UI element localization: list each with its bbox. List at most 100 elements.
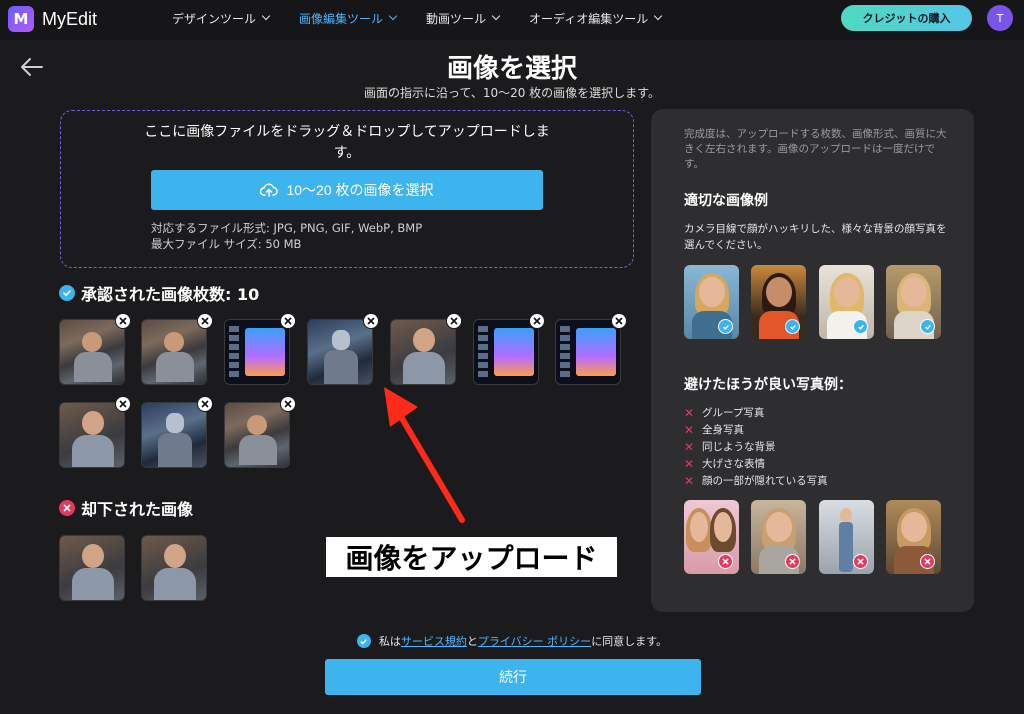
select-images-button[interactable]: 10～20 枚の画像を選択: [151, 170, 543, 210]
good-example-photo: [886, 265, 941, 339]
x-mark-icon: ✕: [684, 473, 695, 488]
approved-image-thumbnail[interactable]: [224, 313, 296, 385]
approved-images-count: 承認された画像枚数: 10: [81, 285, 260, 304]
nav-audio-editing-tools[interactable]: オーディオ編集ツール: [529, 10, 663, 27]
list-item: ✕ 大げさな表情: [684, 455, 828, 472]
remove-image-icon[interactable]: [446, 313, 462, 329]
approved-image-thumbnail[interactable]: [555, 313, 627, 385]
bad-example-label: 全身写真: [702, 424, 744, 436]
remove-image-icon[interactable]: [115, 313, 131, 329]
check-badge-icon: [853, 319, 868, 334]
nav-design-tools[interactable]: デザインツール: [172, 10, 271, 27]
approved-image-thumbnail[interactable]: [473, 313, 545, 385]
terms-of-service-link[interactable]: サービス規約: [401, 633, 467, 649]
x-badge-icon: [718, 554, 733, 569]
bad-example-label: 同じような背景: [702, 441, 776, 453]
approved-image-thumbnail[interactable]: [141, 313, 213, 385]
bad-example-photo: [819, 500, 874, 574]
rejected-image-thumbnail: [59, 535, 125, 601]
red-arrow-annotation-icon: [384, 387, 465, 523]
list-item: ✕ 同じような背景: [684, 438, 828, 455]
continue-button[interactable]: 続行: [325, 659, 701, 695]
check-badge-icon: [785, 319, 800, 334]
remove-image-icon[interactable]: [115, 396, 131, 412]
chevron-down-icon: [388, 11, 398, 21]
x-badge-icon: [853, 554, 868, 569]
x-mark-icon: ✕: [684, 422, 695, 437]
bad-example-photo: [886, 500, 941, 574]
nav-video-tools[interactable]: 動画ツール: [426, 10, 501, 27]
rejected-images-heading: 却下された画像: [59, 496, 193, 520]
good-example-photo: [819, 265, 874, 339]
remove-image-icon[interactable]: [280, 313, 296, 329]
supported-formats: 対応するファイル形式: JPG, PNG, GIF, WebP, BMP: [151, 221, 423, 235]
top-navigation-bar: M MyEdit デザインツール 画像編集ツール 動画ツール オーディオ編集ツー…: [0, 0, 1024, 40]
privacy-policy-link[interactable]: プライバシー ポリシー: [478, 633, 591, 649]
agree-mid: と: [466, 635, 478, 648]
approved-image: [555, 319, 621, 385]
approved-image: [141, 319, 207, 385]
approved-image: [224, 402, 290, 468]
chevron-down-icon: [653, 11, 663, 21]
chevron-down-icon: [261, 11, 271, 21]
rejected-image-thumbnail: [141, 535, 207, 601]
approved-images-heading: 承認された画像枚数: 10: [59, 281, 259, 305]
app-name: MyEdit: [42, 8, 98, 29]
agree-checkbox[interactable]: [356, 634, 371, 648]
x-badge-icon: [785, 554, 800, 569]
approved-image-thumbnail[interactable]: [59, 313, 131, 385]
remove-image-icon[interactable]: [197, 396, 213, 412]
remove-image-icon[interactable]: [280, 396, 296, 412]
bad-example-label: 顔の一部が隠れている写真: [702, 475, 828, 487]
nav-image-editing-tools-label: 画像編集ツール: [299, 11, 384, 26]
bad-examples-list: ✕ グループ写真 ✕ 全身写真 ✕ 同じような背景 ✕ 大げさな表情 ✕ 顔の一部が隠れて…: [684, 404, 828, 489]
logo-mark-icon: M: [8, 6, 34, 32]
buy-credits-button[interactable]: クレジットの購入: [841, 5, 972, 31]
user-avatar[interactable]: T: [987, 5, 1013, 31]
approved-image-thumbnail[interactable]: [390, 313, 462, 385]
approved-image: [59, 319, 125, 385]
approved-image-thumbnail[interactable]: [307, 313, 379, 385]
rejected-image: [59, 535, 125, 601]
app-logo[interactable]: M MyEdit: [8, 6, 97, 32]
bad-example-photo: [684, 500, 739, 574]
page-title: 画像を選択: [446, 54, 577, 84]
good-examples-description: カメラ目線で顔がハッキリした、様々な背景の顔写真を選んでください。: [684, 223, 947, 251]
chevron-down-icon: [491, 11, 501, 21]
page-subtitle: 画面の指示に沿って、10～20 枚の画像を選択します。: [364, 86, 660, 100]
check-circle-icon: [59, 285, 75, 301]
annotation-label: 画像をアップロード: [326, 537, 617, 577]
nav-video-tools-label: 動画ツール: [426, 11, 487, 26]
bad-example-label: 大げさな表情: [702, 458, 765, 470]
rejected-images-label: 却下された画像: [81, 500, 194, 519]
quality-note: 完成度は、アップロードする枚数、画像形式、画質に大きく左右されます。画像のアップ…: [684, 128, 947, 170]
approved-image-thumbnail[interactable]: [59, 396, 131, 468]
remove-image-icon[interactable]: [363, 313, 379, 329]
approved-image: [473, 319, 539, 385]
x-mark-icon: ✕: [684, 456, 695, 471]
select-images-button-label: 10～20 枚の画像を選択: [286, 182, 434, 198]
list-item: ✕ 全身写真: [684, 421, 828, 438]
x-mark-icon: ✕: [684, 439, 695, 454]
nav-design-tools-label: デザインツール: [172, 11, 257, 26]
check-badge-icon: [718, 319, 733, 334]
file-format-info: 対応するファイル形式: JPG, PNG, GIF, WebP, BMP 最大フ…: [151, 220, 422, 252]
approved-image-thumbnail[interactable]: [141, 396, 213, 468]
rejected-image: [141, 535, 207, 601]
nav-image-editing-tools[interactable]: 画像編集ツール: [299, 10, 398, 27]
remove-image-icon[interactable]: [529, 313, 545, 329]
nav-audio-editing-tools-label: オーディオ編集ツール: [529, 11, 649, 26]
remove-image-icon[interactable]: [611, 313, 627, 329]
bad-example-label: グループ写真: [702, 407, 765, 419]
max-file-size: 最大ファイル サイズ: 50 MB: [151, 237, 302, 251]
good-examples-heading: 適切な画像例: [684, 193, 768, 209]
approved-image-thumbnail[interactable]: [224, 396, 296, 468]
good-example-photo: [751, 265, 806, 339]
x-circle-icon: [59, 500, 75, 516]
approved-image: [390, 319, 456, 385]
approved-image: [59, 402, 125, 468]
remove-image-icon[interactable]: [197, 313, 213, 329]
bad-examples-heading: 避けたほうが良い写真例：: [684, 377, 852, 393]
approved-image: [141, 402, 207, 468]
approved-image: [307, 319, 373, 385]
